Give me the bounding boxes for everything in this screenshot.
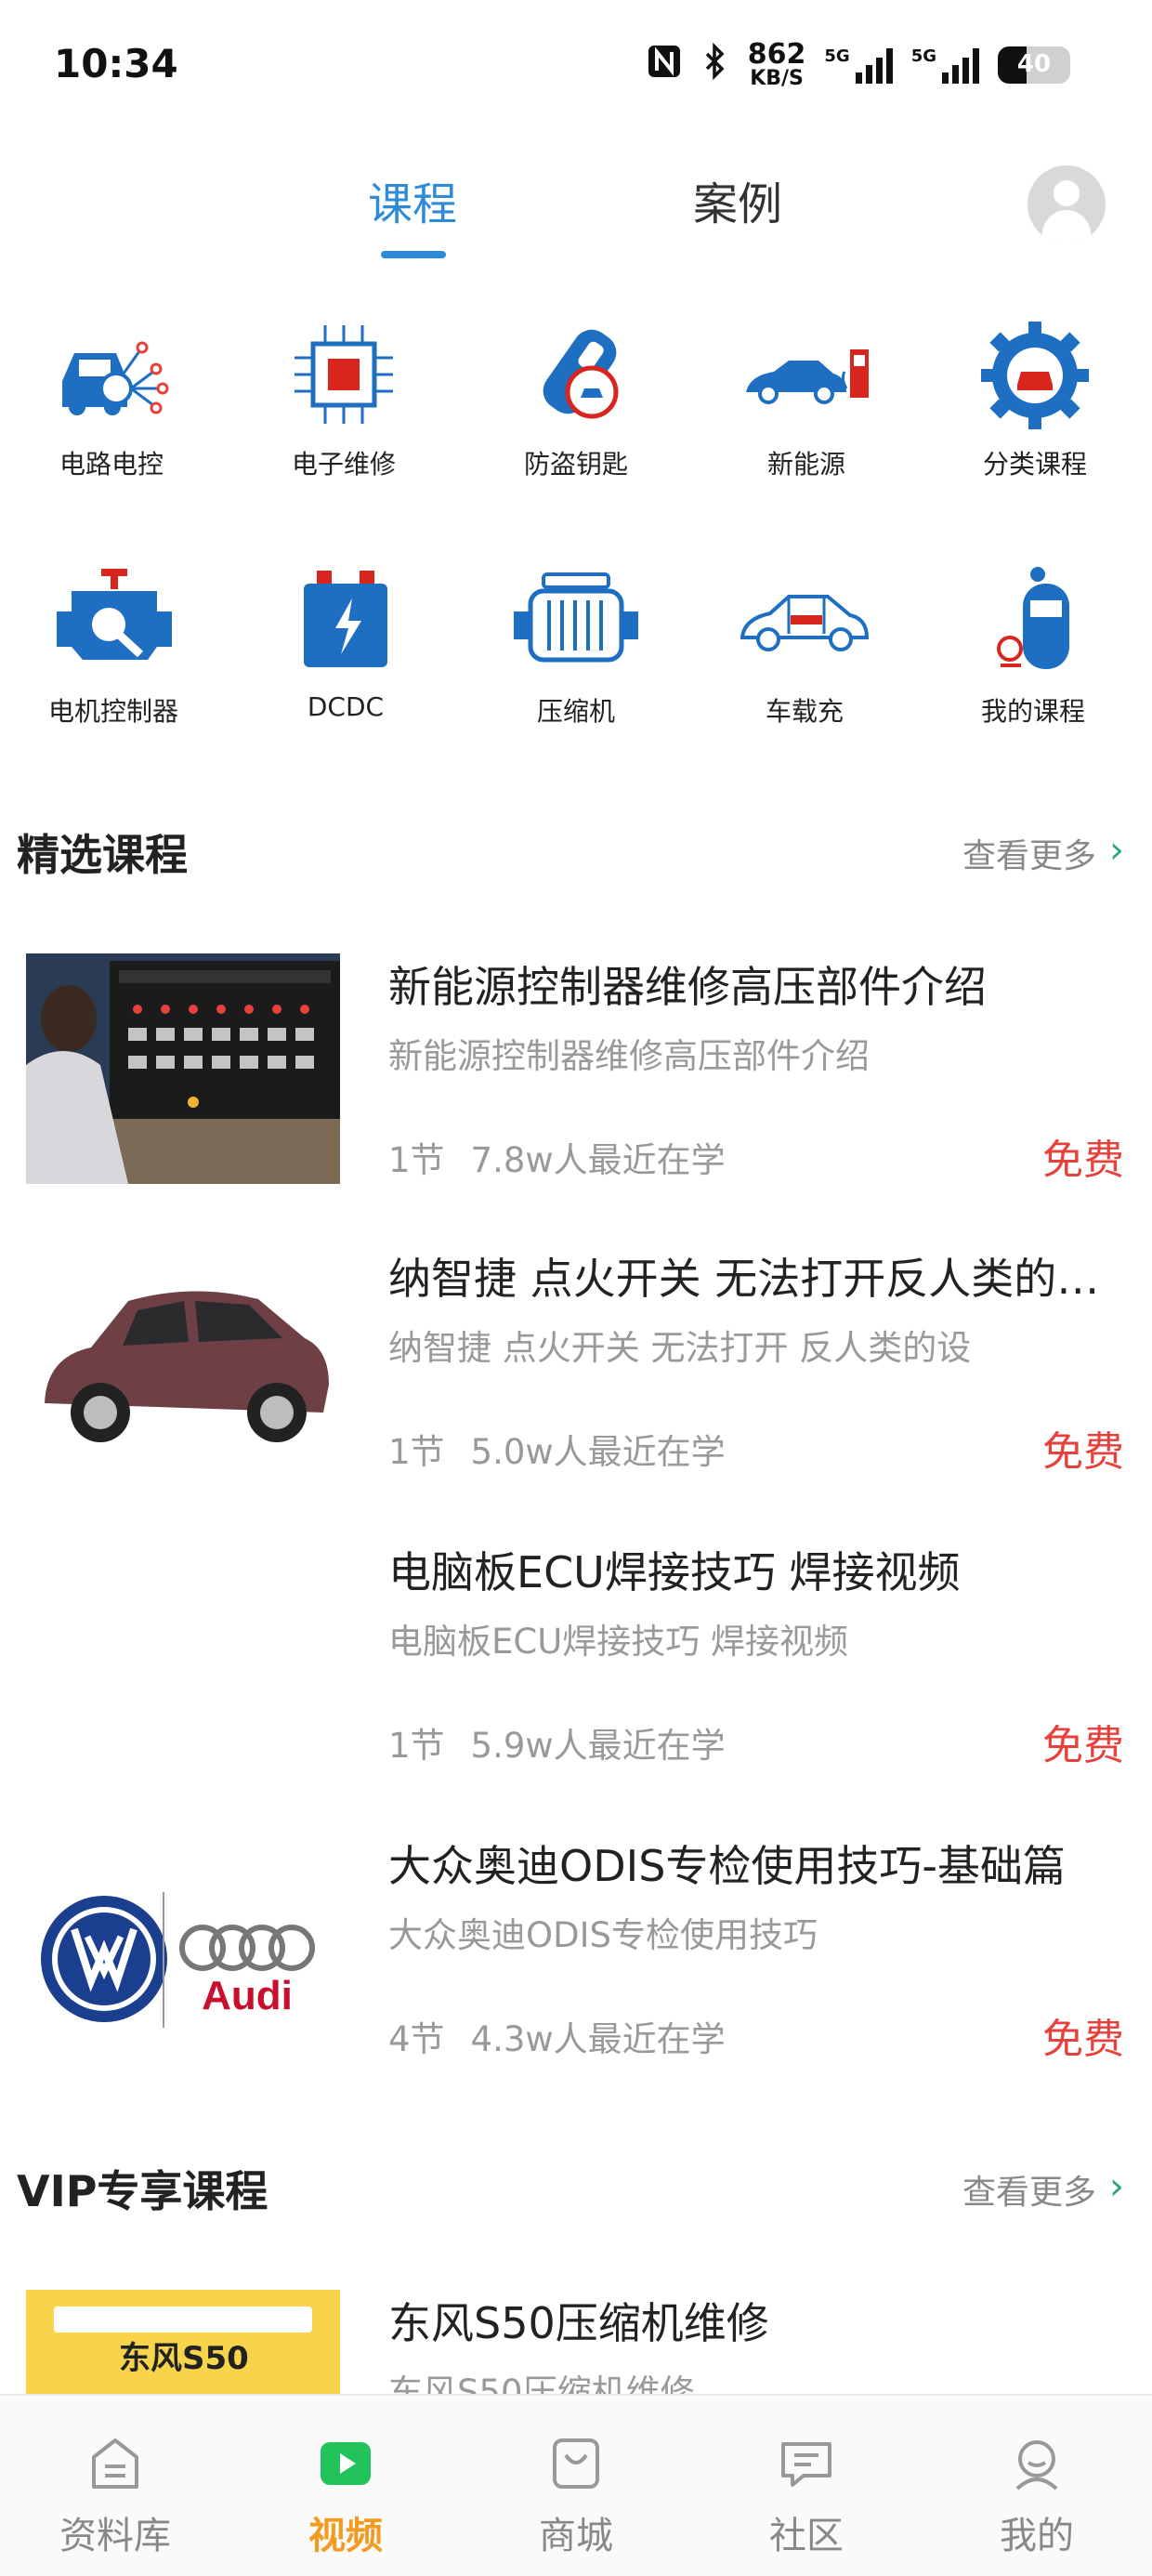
profile-icon [1015,2440,1058,2491]
video-icon [321,2442,371,2485]
shopping-bag-icon [553,2438,599,2489]
battery-icon: 40 [998,46,1070,84]
vip-section-header: VIP专享课程 查看更多 › [0,2149,1152,2223]
course-thumbnail: 东风S50 [26,2290,340,2394]
car-outline-icon [740,595,870,651]
course-subtitle: 电脑板ECU焊接技巧 焊接视频 [388,1622,849,1662]
car-circuit-icon [62,341,169,415]
signal-icon-1: 5G [824,46,893,84]
section-title: 精选课程 [17,830,188,880]
category-onboard-charger[interactable]: 车载充 [693,563,916,729]
course-title: 电脑板ECU焊接技巧 焊接视频 [388,1547,961,1597]
category-circuit[interactable]: 电路电控 [0,316,223,481]
course-price: 免费 [1042,2016,1124,2063]
course-subtitle: 大众奥迪ODIS专检使用技巧 [388,1915,818,1955]
category-key[interactable]: 防盗钥匙 [465,316,687,481]
category-dcdc[interactable]: DCDC [234,563,457,722]
person-car-icon [997,567,1069,669]
category-new-energy[interactable]: 新能源 [695,316,918,481]
active-tab-indicator [381,251,446,258]
course-thumbnail [26,953,340,1184]
course-subtitle: 新能源控制器维修高压部件介绍 [388,1036,870,1076]
course-item[interactable]: 东风S50 东风S50压缩机维修 东风S50压缩机维修 [0,2290,1152,2394]
course-meta: 1节 5.0w人最近在学 [388,1432,726,1472]
course-subtitle: 纳智捷 点火开关 无法打开 反人类的设 [388,1328,972,1368]
status-icons: 862 KB/S 5G 5G 40 [646,41,1070,89]
course-thumbnail [26,1245,340,1476]
chevron-right-icon[interactable]: › [1109,2165,1124,2208]
network-speed: 862 KB/S [747,38,806,90]
chip-icon [295,325,393,424]
course-price: 免费 [1042,1428,1124,1476]
course-price: 免费 [1042,1137,1124,1184]
course-item[interactable]: 新能源控制器维修高压部件介绍 新能源控制器维修高压部件介绍 1节 7.8w人最近在… [0,953,1152,1232]
thumbnail-text: 东风S50 [119,2340,249,2377]
view-more-link[interactable]: 查看更多 [962,829,1096,877]
bluetooth-icon [701,42,729,88]
course-price: 免费 [1042,1722,1124,1769]
course-title: 纳智捷 点火开关 无法打开反人类的设计 [388,1254,1132,1304]
nav-library[interactable]: 资料库 [0,2396,230,2576]
compressor-icon [514,572,638,663]
featured-section-header: 精选课程 查看更多 › [0,812,1152,887]
status-bar: 10:34 862 KB/S 5G 5G 40 [0,0,1152,130]
nav-shop[interactable]: 商城 [461,2396,691,2576]
library-icon [92,2438,138,2489]
chat-icon [781,2442,831,2487]
tab-course[interactable]: 课程 [368,167,457,232]
nfc-icon [646,43,683,88]
top-tabs: 课程 案例 [0,158,1152,269]
status-time: 10:34 [54,41,178,86]
course-item[interactable]: 电脑板ECU焊接技巧 焊接视频 电脑板ECU焊接技巧 焊接视频 1节 5.9w人最… [0,1539,1152,1818]
ev-charging-icon [746,349,869,404]
course-item[interactable]: Audi 大众奥迪ODIS专检使用技巧-基础篇 大众奥迪ODIS专检使用技巧 4… [0,1833,1152,2111]
nav-video[interactable]: 视频 [230,2396,461,2576]
tab-case[interactable]: 案例 [693,167,782,232]
course-item[interactable]: 纳智捷 点火开关 无法打开反人类的设计 纳智捷 点火开关 无法打开 反人类的设 … [0,1245,1152,1524]
chevron-right-icon[interactable]: › [1109,829,1124,872]
course-subtitle: 东风S50压缩机维修 [388,2372,695,2394]
gear-car-icon [981,322,1089,429]
course-meta: 1节 7.8w人最近在学 [388,1140,726,1180]
category-compressor[interactable]: 压缩机 [465,563,687,729]
course-title: 大众奥迪ODIS专检使用技巧-基础篇 [388,1841,1066,1891]
user-avatar[interactable] [1028,165,1106,243]
course-meta: 1节 5.9w人最近在学 [388,1726,726,1766]
battery-bolt-icon [304,571,387,667]
category-electronics[interactable]: 电子维修 [232,316,455,481]
nav-profile[interactable]: 我的 [922,2396,1152,2576]
signal-icon-2: 5G [911,46,979,84]
nav-community[interactable]: 社区 [691,2396,922,2576]
course-meta: 4节 4.3w人最近在学 [388,2019,726,2059]
view-more-link[interactable]: 查看更多 [962,2165,1096,2214]
course-title: 新能源控制器维修高压部件介绍 [388,962,987,1012]
engine-wrench-icon [57,569,172,660]
course-thumbnail [26,1539,340,1769]
section-title: VIP专享课程 [17,2166,268,2216]
category-motor-controller[interactable]: 电机控制器 [2,563,225,729]
category-classification[interactable]: 分类课程 [923,316,1146,481]
course-thumbnail: Audi [26,1833,340,2063]
bottom-nav: 资料库 视频 商城 社区 我的 [0,2394,1152,2576]
category-my-courses[interactable]: 我的课程 [922,563,1145,729]
car-key-icon [543,329,619,419]
course-title: 东风S50压缩机维修 [388,2298,769,2348]
audi-logo-text: Audi [202,1973,293,2018]
